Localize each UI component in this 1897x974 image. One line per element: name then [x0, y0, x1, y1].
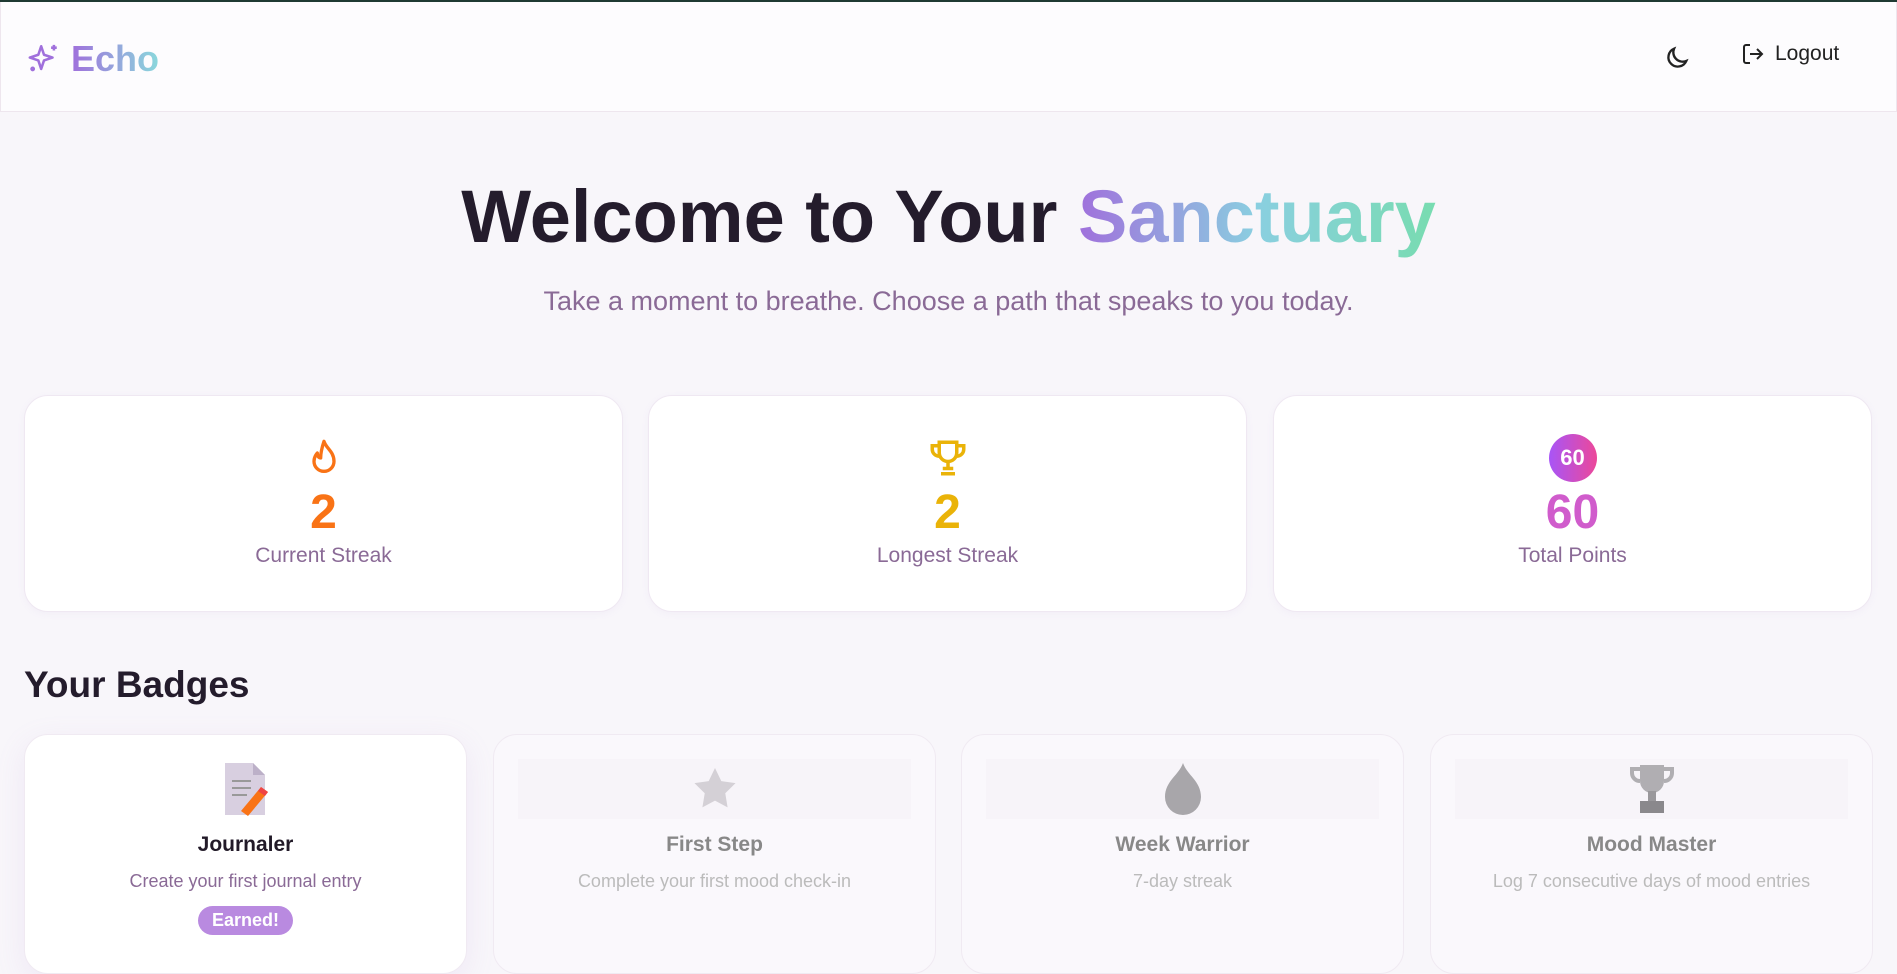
- logout-icon: [1743, 44, 1764, 64]
- points-icon: 60: [1548, 434, 1597, 482]
- stat-label: Current Streak: [255, 544, 392, 567]
- theme-toggle-button[interactable]: [1663, 44, 1691, 72]
- stat-value: 60: [1545, 486, 1600, 539]
- flame-icon: [1164, 763, 1201, 815]
- badge-card-week-warrior: Week Warrior 7-day streak: [961, 734, 1404, 974]
- badge-card-mood-master: Mood Master Log 7 consecutive days of mo…: [1430, 734, 1873, 974]
- logout-button[interactable]: Logout: [1741, 42, 1839, 66]
- brand-name: Echo: [71, 38, 160, 79]
- stat-card-current-streak: 2 Current Streak: [24, 395, 623, 612]
- badge-description: Create your first journal entry: [129, 871, 362, 891]
- stat-label: Longest Streak: [876, 544, 1019, 567]
- flame-icon: [311, 439, 336, 473]
- stat-value: 2: [310, 486, 337, 539]
- star-icon: [693, 768, 736, 808]
- badge-card-first-step: First Step Complete your first mood chec…: [493, 734, 936, 974]
- badge-name: Week Warrior: [1115, 833, 1250, 856]
- badge-card-journaler: Journaler Create your first journal entr…: [24, 734, 467, 974]
- title-highlight: Sanctuary: [1077, 175, 1436, 258]
- stat-label: Total Points: [1518, 544, 1627, 567]
- trophy-icon: [930, 440, 965, 476]
- memo-icon: [224, 763, 268, 816]
- trophy-icon: [1629, 765, 1674, 813]
- badge-description: Log 7 consecutive days of mood entries: [1492, 871, 1811, 891]
- title-prefix: Welcome to Your: [461, 175, 1078, 258]
- page-subtitle: Take a moment to breathe. Choose a path …: [543, 286, 1354, 316]
- sparkles-icon: [28, 44, 57, 72]
- page-title: Welcome to Your Sanctuary: [0, 174, 1897, 259]
- badge-description: 7-day streak: [1132, 871, 1233, 891]
- brand-logo[interactable]: Echo: [27, 38, 159, 80]
- earned-badge: Earned!: [197, 906, 294, 935]
- logout-label: Logout: [1775, 42, 1840, 65]
- top-nav: Echo Logout: [0, 2, 1897, 112]
- stat-card-total-points: 60 60 Total Points: [1273, 395, 1872, 612]
- stat-value: 2: [934, 486, 961, 539]
- badge-name: Mood Master: [1586, 833, 1717, 856]
- stat-card-longest-streak: 2 Longest Streak: [648, 395, 1247, 612]
- badge-name: First Step: [666, 833, 763, 856]
- moon-icon: [1667, 46, 1689, 68]
- badges-heading: Your Badges: [24, 664, 250, 705]
- badge-name: Journaler: [197, 833, 294, 856]
- badge-description: Complete your first mood check-in: [577, 871, 852, 891]
